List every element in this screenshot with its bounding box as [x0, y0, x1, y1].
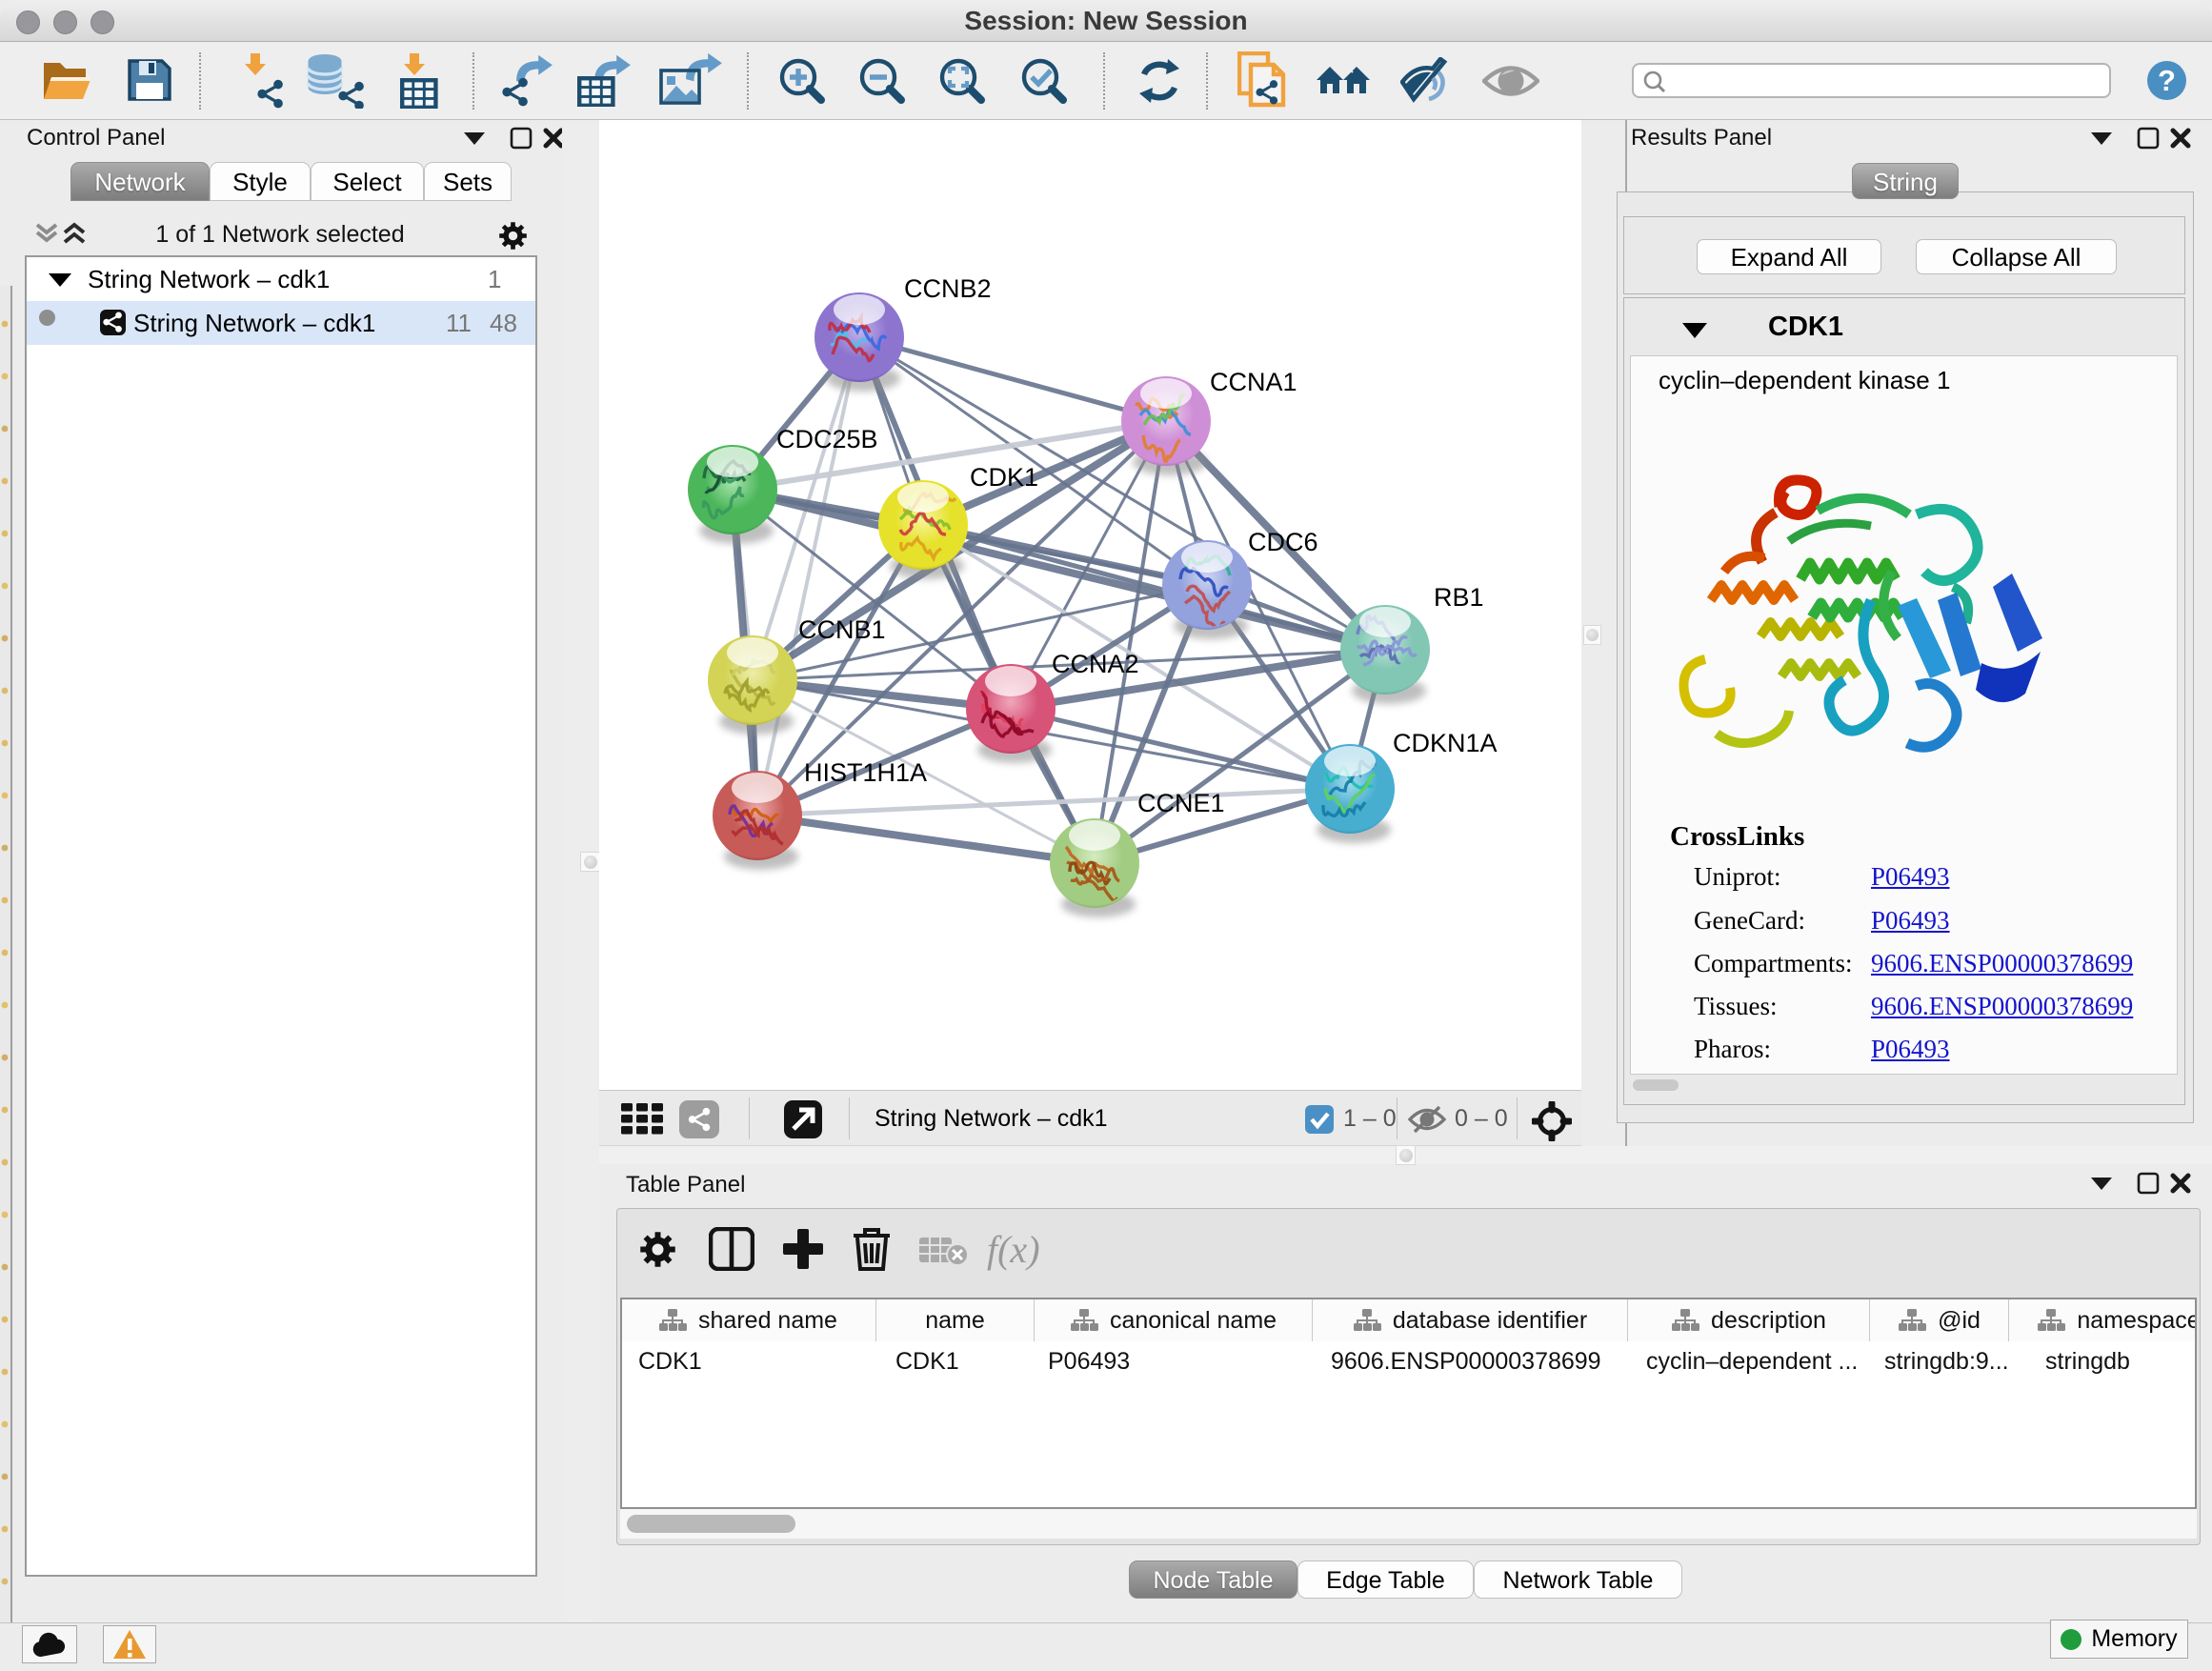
svg-text:CCNB1: CCNB1	[798, 615, 886, 644]
svg-text:CCNB2: CCNB2	[904, 274, 992, 303]
svg-text:CDKN1A: CDKN1A	[1393, 729, 1498, 757]
svg-text:RB1: RB1	[1434, 583, 1484, 612]
svg-text:CCNE1: CCNE1	[1137, 789, 1225, 817]
svg-text:CCNA1: CCNA1	[1210, 368, 1297, 396]
svg-text:CDC25B: CDC25B	[776, 425, 878, 453]
svg-text:CCNA2: CCNA2	[1052, 650, 1139, 678]
svg-text:CDC6: CDC6	[1248, 528, 1318, 556]
svg-text:HIST1H1A: HIST1H1A	[804, 758, 927, 787]
svg-text:CDK1: CDK1	[970, 463, 1038, 492]
